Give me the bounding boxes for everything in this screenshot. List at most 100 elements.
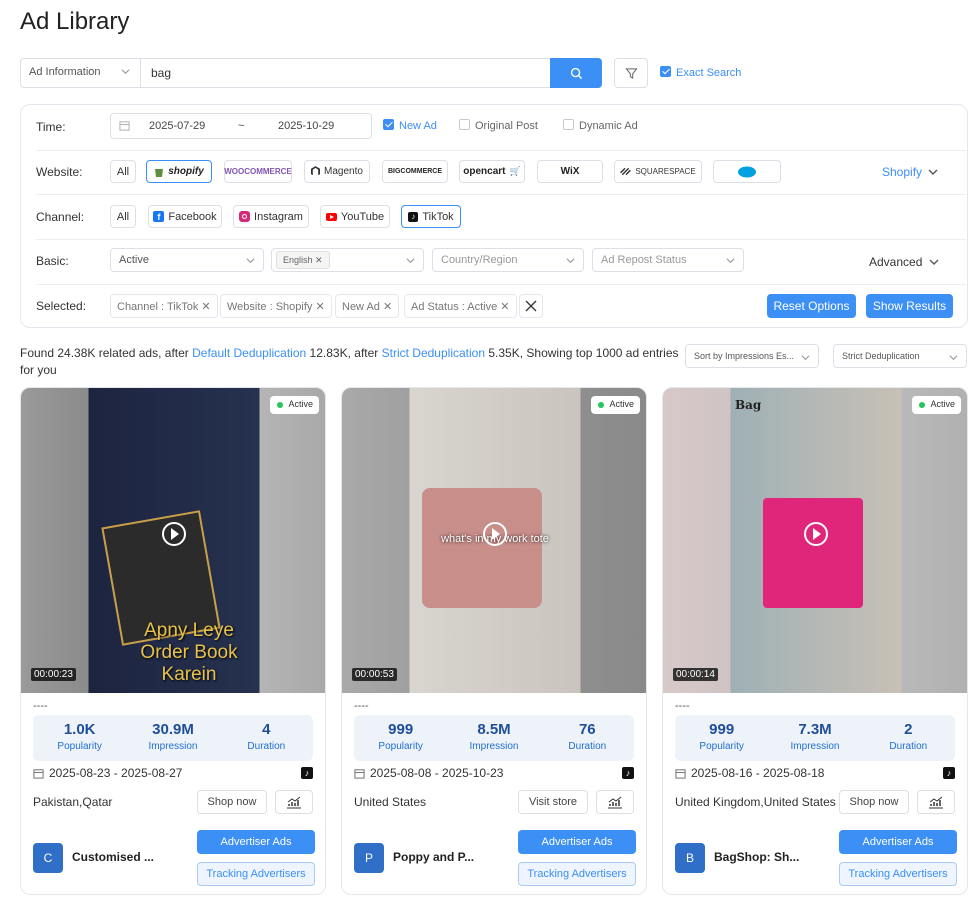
tag-label: Website : Shopify (227, 301, 313, 313)
website-squarespace[interactable]: SQUARESPACE (614, 160, 702, 183)
country-text: Pakistan,Qatar (33, 795, 113, 809)
tag-label: Ad Status : Active (411, 301, 498, 313)
ad-card[interactable]: Apny Leye Order Book Karein Active 00:00… (20, 387, 326, 895)
sort-select[interactable]: Sort by Impressions Es... (685, 344, 819, 368)
date-range-picker[interactable]: 2025-07-29 ~ 2025-10-29 (110, 113, 372, 139)
website-all[interactable]: All (110, 160, 136, 183)
language-select[interactable]: English ✕ (271, 248, 424, 272)
advertiser-name[interactable]: Poppy and P... (393, 850, 474, 864)
tiktok-icon: ♪ (301, 767, 313, 779)
date-text: 2025-08-08 - 2025-10-23 (370, 766, 504, 780)
overlay-line-2: Order Book Karein (140, 642, 238, 685)
advertiser-ads-button[interactable]: Advertiser Ads (197, 830, 315, 854)
trend-button[interactable] (596, 790, 634, 814)
found-prefix: Found 24.38K related ads, after (20, 346, 189, 360)
stat-impression: 30.9M Impression (126, 715, 219, 761)
ad-title: ---- (33, 700, 48, 712)
dedup-select[interactable]: Strict Deduplication (833, 344, 967, 368)
country-select[interactable]: Country/Region (432, 248, 584, 272)
shop-now-button[interactable]: Shop now (197, 790, 267, 814)
strict-dedup-link[interactable]: Strict Deduplication (382, 346, 485, 360)
channel-youtube[interactable]: YouTube (320, 205, 390, 228)
exact-search-toggle[interactable]: Exact Search (660, 66, 741, 79)
advanced-toggle[interactable]: Advanced (869, 255, 939, 269)
advertiser-ads-button[interactable]: Advertiser Ads (518, 830, 636, 854)
exact-search-label: Exact Search (676, 67, 742, 79)
reset-options-button[interactable]: Reset Options (767, 294, 856, 318)
ad-video-thumbnail[interactable]: what's in my work tote Active 00:00:53 (342, 388, 646, 693)
close-icon[interactable]: ✕ (500, 301, 509, 313)
calendar-icon (33, 768, 44, 779)
shopify-bag-icon (155, 168, 164, 177)
website-shopify[interactable]: shopify (146, 160, 212, 183)
play-icon[interactable] (804, 522, 828, 546)
channel-tiktok[interactable]: ♪ TikTok (401, 205, 461, 228)
stat-value: 76 (578, 721, 596, 738)
trend-button[interactable] (917, 790, 955, 814)
ad-video-thumbnail[interactable]: Bag Active 00:00:14 (663, 388, 967, 693)
ad-card[interactable]: Bag Active 00:00:14 ---- 999 Popularity 7… (662, 387, 968, 895)
channel-instagram[interactable]: Instagram (233, 205, 309, 228)
show-results-button[interactable]: Show Results (866, 294, 953, 318)
dedup-value: Strict Deduplication (842, 351, 920, 361)
website-wix[interactable]: WiX (537, 160, 603, 183)
checkbox-icon (660, 66, 671, 77)
search-input[interactable]: bag (151, 66, 171, 80)
search-button[interactable] (550, 58, 602, 88)
close-icon[interactable]: ✕ (383, 301, 392, 313)
ad-card[interactable]: what's in my work tote Active 00:00:53 -… (341, 387, 647, 895)
clear-all-button[interactable] (519, 294, 543, 318)
ad-video-thumbnail[interactable]: Apny Leye Order Book Karein Active 00:00… (21, 388, 325, 693)
trend-button[interactable] (275, 790, 313, 814)
tracking-advertisers-button[interactable]: Tracking Advertisers (839, 862, 957, 886)
advertiser-name[interactable]: Customised ... (72, 850, 154, 864)
close-icon[interactable]: ✕ (315, 255, 323, 265)
close-icon[interactable]: ✕ (201, 301, 210, 313)
channel-facebook[interactable]: f Facebook (148, 205, 222, 228)
stat-value: 8.5M (477, 721, 511, 738)
avatar: P (354, 843, 384, 873)
website-magento[interactable]: Magento (304, 160, 370, 183)
tracking-advertisers-button[interactable]: Tracking Advertisers (197, 862, 315, 886)
divider (36, 194, 966, 195)
status-select[interactable]: Active (110, 248, 264, 272)
option-dynamic-ad[interactable]: Dynamic Ad (563, 119, 638, 132)
play-icon[interactable] (162, 522, 186, 546)
website-woocommerce[interactable]: WOOCOMMERCE (224, 160, 292, 183)
search-type-select[interactable]: Ad Information (21, 59, 141, 87)
website-salesforce[interactable] (713, 160, 781, 183)
website-selected-dropdown[interactable]: Shopify (882, 165, 938, 179)
date-end: 2025-10-29 (278, 120, 335, 132)
repost-placeholder: Ad Repost Status (601, 254, 687, 266)
play-icon[interactable] (483, 522, 507, 546)
default-dedup-link[interactable]: Default Deduplication (192, 346, 306, 360)
close-icon[interactable]: ✕ (315, 301, 324, 313)
chevron-down-icon (928, 169, 938, 175)
button-label: Visit store (528, 796, 578, 808)
button-label: Advertiser Ads (862, 836, 934, 848)
website-opencart[interactable]: opencart 🛒 (459, 160, 525, 183)
advertiser-ads-button[interactable]: Advertiser Ads (839, 830, 957, 854)
tracking-advertisers-button[interactable]: Tracking Advertisers (518, 862, 636, 886)
cart-icon: 🛒 (509, 166, 521, 176)
stat-impression: 8.5M Impression (447, 715, 540, 761)
website-bigcommerce[interactable]: BIGCOMMERCE (382, 160, 448, 183)
stat-duration: 2 Duration (862, 715, 955, 761)
stat-duration: 76 Duration (541, 715, 634, 761)
logo-text: SQUARESPACE (635, 167, 696, 176)
shop-now-button[interactable]: Shop now (839, 790, 909, 814)
chevron-down-icon (566, 258, 575, 264)
logo-text: BIGCOMMERCE (387, 168, 443, 175)
tag-label: YouTube (340, 210, 385, 223)
overlay-line-1: Apny Leye (144, 620, 234, 641)
option-new-ad[interactable]: New Ad (383, 119, 437, 132)
option-original-post[interactable]: Original Post (459, 119, 538, 132)
visit-store-button[interactable]: Visit store (518, 790, 588, 814)
advertiser-name[interactable]: BagShop: Sh... (714, 850, 799, 864)
date-range: 2025-08-16 - 2025-08-18 (675, 766, 824, 780)
salesforce-cloud-icon (738, 166, 756, 178)
repost-status-select[interactable]: Ad Repost Status (592, 248, 744, 272)
filter-button[interactable] (614, 58, 648, 88)
after-text: after (354, 346, 379, 360)
channel-all[interactable]: All (110, 205, 136, 228)
